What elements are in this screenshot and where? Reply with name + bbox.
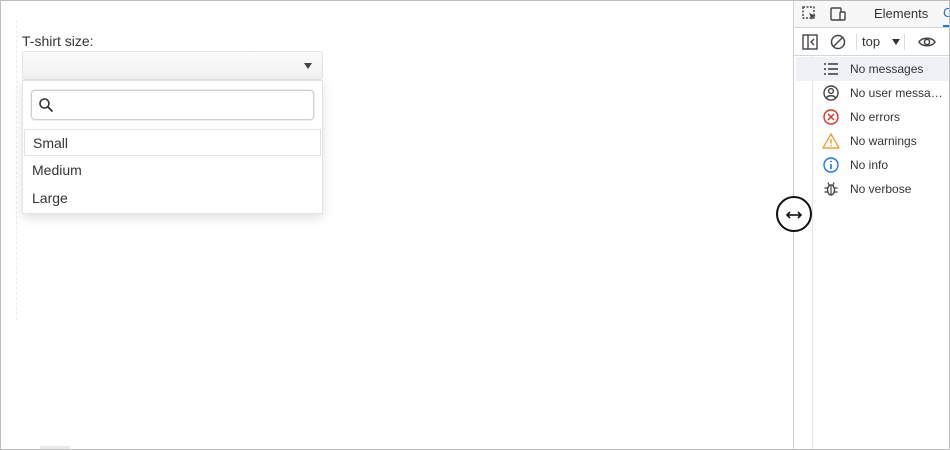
sidebar-item-label: No user messa…	[850, 86, 943, 100]
sidebar-item-label: No info	[850, 158, 889, 172]
device-toolbar-icon[interactable]	[829, 5, 847, 23]
caret-down-icon	[304, 63, 312, 69]
sidebar-item-label: No warnings	[850, 134, 917, 148]
sidebar-item-messages[interactable]: No messages	[796, 57, 950, 81]
tshirt-size-label: T-shirt size:	[22, 33, 94, 49]
dropdown-search-input[interactable]	[58, 94, 308, 116]
list-icon	[824, 63, 838, 75]
option-label: Medium	[32, 162, 82, 178]
info-icon	[823, 157, 839, 173]
option-label: Large	[32, 190, 68, 206]
sidebar-item-label: No verbose	[850, 182, 912, 196]
caret-down-icon	[892, 39, 900, 45]
select-dropdown: Small Medium Large	[22, 80, 323, 214]
dropdown-search-box[interactable]	[31, 90, 314, 120]
context-selector[interactable]: top	[862, 34, 880, 49]
devtools-tabbar: Elements C	[794, 0, 950, 28]
resize-cursor-icon[interactable]	[776, 196, 812, 232]
sidebar-item-warnings[interactable]: No warnings	[796, 129, 950, 153]
sidebar-item-label: No errors	[850, 110, 901, 124]
devtools-panel: Elements C top No messag	[794, 0, 950, 450]
option-medium[interactable]: Medium	[24, 157, 321, 184]
sidebar-toggle-icon[interactable]	[801, 33, 819, 51]
sidebar-item-info[interactable]: No info	[796, 153, 950, 177]
search-icon	[39, 98, 54, 113]
tshirt-size-select[interactable]	[22, 51, 323, 80]
error-icon	[823, 109, 839, 125]
option-large[interactable]: Large	[24, 185, 321, 212]
layout-guide	[16, 20, 17, 320]
sidebar-item-label: No messages	[850, 62, 924, 76]
sidebar-item-errors[interactable]: No errors	[796, 105, 950, 129]
page-artifact	[40, 446, 70, 450]
toolbar-separator	[856, 34, 857, 50]
warning-icon	[822, 133, 840, 149]
console-toolbar: top	[794, 28, 950, 56]
tab-elements[interactable]: Elements	[874, 6, 928, 21]
inspect-element-icon[interactable]	[801, 5, 819, 23]
option-small[interactable]: Small	[24, 129, 321, 156]
sidebar-item-verbose[interactable]: No verbose	[796, 177, 950, 201]
tab-console[interactable]: C	[943, 5, 950, 27]
bug-icon	[824, 182, 838, 196]
sidebar-item-user-messages[interactable]: No user messa…	[796, 81, 950, 105]
option-label: Small	[33, 135, 69, 151]
horizontal-resize-arrows-icon	[786, 211, 802, 219]
eye-icon[interactable]	[918, 33, 936, 51]
user-icon	[823, 85, 839, 101]
toolbar-separator	[904, 34, 905, 50]
page-viewport: T-shirt size: Small Medium Large	[0, 0, 793, 450]
clear-console-icon[interactable]	[829, 33, 847, 51]
